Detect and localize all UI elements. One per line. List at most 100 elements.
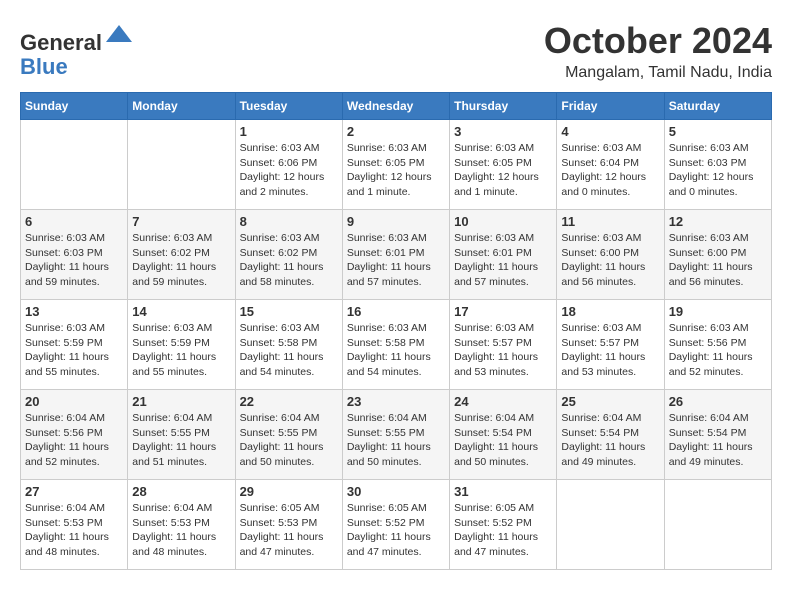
calendar-table: SundayMondayTuesdayWednesdayThursdayFrid… xyxy=(20,92,772,570)
day-info: Sunrise: 6:04 AM Sunset: 5:55 PM Dayligh… xyxy=(347,411,445,470)
calendar-cell: 25Sunrise: 6:04 AM Sunset: 5:54 PM Dayli… xyxy=(557,390,664,480)
day-number: 31 xyxy=(454,484,552,499)
day-info: Sunrise: 6:03 AM Sunset: 5:56 PM Dayligh… xyxy=(669,321,767,380)
calendar-cell: 13 Sunrise: 6:03 AM Sunset: 5:59 PM Dayli… xyxy=(21,300,128,390)
day-number: 3 xyxy=(454,124,552,139)
calendar-cell xyxy=(128,120,235,210)
calendar-cell xyxy=(664,480,771,570)
day-number: 15 xyxy=(240,304,338,319)
calendar-cell: 11Sunrise: 6:03 AM Sunset: 6:00 PM Dayli… xyxy=(557,210,664,300)
day-number: 5 xyxy=(669,124,767,139)
day-info: Sunrise: 6:05 AM Sunset: 5:53 PM Dayligh… xyxy=(240,501,338,560)
calendar-cell: 8 Sunrise: 6:03 AM Sunset: 6:02 PM Daylig… xyxy=(235,210,342,300)
day-info: Sunrise: 6:03 AM Sunset: 6:01 PM Dayligh… xyxy=(347,231,445,290)
calendar-cell: 15Sunrise: 6:03 AM Sunset: 5:58 PM Dayli… xyxy=(235,300,342,390)
calendar-day-header: Sunday xyxy=(21,93,128,120)
day-info: Sunrise: 6:04 AM Sunset: 5:55 PM Dayligh… xyxy=(240,411,338,470)
day-number: 14 xyxy=(132,304,230,319)
calendar-week-row: 6 Sunrise: 6:03 AM Sunset: 6:03 PM Daylig… xyxy=(21,210,772,300)
calendar-cell: 5 Sunrise: 6:03 AM Sunset: 6:03 PM Daylig… xyxy=(664,120,771,210)
day-info: Sunrise: 6:03 AM Sunset: 6:01 PM Dayligh… xyxy=(454,231,552,290)
day-info: Sunrise: 6:04 AM Sunset: 5:56 PM Dayligh… xyxy=(25,411,123,470)
calendar-day-header: Wednesday xyxy=(342,93,449,120)
day-number: 7 xyxy=(132,214,230,229)
day-info: Sunrise: 6:03 AM Sunset: 5:58 PM Dayligh… xyxy=(347,321,445,380)
calendar-cell: 30Sunrise: 6:05 AM Sunset: 5:52 PM Dayli… xyxy=(342,480,449,570)
day-number: 2 xyxy=(347,124,445,139)
calendar-week-row: 1 Sunrise: 6:03 AM Sunset: 6:06 PM Daylig… xyxy=(21,120,772,210)
day-info: Sunrise: 6:03 AM Sunset: 6:00 PM Dayligh… xyxy=(561,231,659,290)
day-number: 6 xyxy=(25,214,123,229)
day-number: 1 xyxy=(240,124,338,139)
calendar-cell: 23 Sunrise: 6:04 AM Sunset: 5:55 PM Dayli… xyxy=(342,390,449,480)
calendar-cell xyxy=(557,480,664,570)
calendar-cell xyxy=(21,120,128,210)
calendar-day-header: Friday xyxy=(557,93,664,120)
calendar-cell: 16 Sunrise: 6:03 AM Sunset: 5:58 PM Dayli… xyxy=(342,300,449,390)
calendar-cell: 9 Sunrise: 6:03 AM Sunset: 6:01 PM Daylig… xyxy=(342,210,449,300)
day-info: Sunrise: 6:05 AM Sunset: 5:52 PM Dayligh… xyxy=(454,501,552,560)
day-info: Sunrise: 6:03 AM Sunset: 5:59 PM Dayligh… xyxy=(25,321,123,380)
day-number: 19 xyxy=(669,304,767,319)
day-info: Sunrise: 6:03 AM Sunset: 6:05 PM Dayligh… xyxy=(347,141,445,200)
calendar-cell: 2 Sunrise: 6:03 AM Sunset: 6:05 PM Daylig… xyxy=(342,120,449,210)
day-number: 28 xyxy=(132,484,230,499)
calendar-week-row: 27 Sunrise: 6:04 AM Sunset: 5:53 PM Dayli… xyxy=(21,480,772,570)
day-info: Sunrise: 6:03 AM Sunset: 5:57 PM Dayligh… xyxy=(454,321,552,380)
day-number: 16 xyxy=(347,304,445,319)
calendar-week-row: 20Sunrise: 6:04 AM Sunset: 5:56 PM Dayli… xyxy=(21,390,772,480)
calendar-cell: 7 Sunrise: 6:03 AM Sunset: 6:02 PM Daylig… xyxy=(128,210,235,300)
day-info: Sunrise: 6:05 AM Sunset: 5:52 PM Dayligh… xyxy=(347,501,445,560)
day-info: Sunrise: 6:03 AM Sunset: 6:06 PM Dayligh… xyxy=(240,141,338,200)
calendar-cell: 27Sunrise: 6:04 AM Sunset: 5:53 PM Dayli… xyxy=(21,480,128,570)
calendar-cell: 22 Sunrise: 6:04 AM Sunset: 5:55 PM Dayli… xyxy=(235,390,342,480)
day-info: Sunrise: 6:03 AM Sunset: 6:02 PM Dayligh… xyxy=(132,231,230,290)
calendar-cell: 10 Sunrise: 6:03 AM Sunset: 6:01 PM Dayli… xyxy=(450,210,557,300)
calendar-cell: 17 Sunrise: 6:03 AM Sunset: 5:57 PM Dayli… xyxy=(450,300,557,390)
day-number: 12 xyxy=(669,214,767,229)
day-number: 25 xyxy=(561,394,659,409)
calendar-cell: 6 Sunrise: 6:03 AM Sunset: 6:03 PM Daylig… xyxy=(21,210,128,300)
day-number: 23 xyxy=(347,394,445,409)
calendar-cell: 1 Sunrise: 6:03 AM Sunset: 6:06 PM Daylig… xyxy=(235,120,342,210)
day-info: Sunrise: 6:04 AM Sunset: 5:54 PM Dayligh… xyxy=(669,411,767,470)
day-info: Sunrise: 6:03 AM Sunset: 6:03 PM Dayligh… xyxy=(25,231,123,290)
day-info: Sunrise: 6:03 AM Sunset: 5:59 PM Dayligh… xyxy=(132,321,230,380)
day-number: 24 xyxy=(454,394,552,409)
calendar-cell: 3 Sunrise: 6:03 AM Sunset: 6:05 PM Daylig… xyxy=(450,120,557,210)
location: Mangalam, Tamil Nadu, India xyxy=(544,64,772,82)
calendar-day-header: Monday xyxy=(128,93,235,120)
day-number: 8 xyxy=(240,214,338,229)
day-number: 9 xyxy=(347,214,445,229)
calendar-cell: 29 Sunrise: 6:05 AM Sunset: 5:53 PM Dayli… xyxy=(235,480,342,570)
day-number: 10 xyxy=(454,214,552,229)
day-info: Sunrise: 6:03 AM Sunset: 6:05 PM Dayligh… xyxy=(454,141,552,200)
calendar-day-header: Tuesday xyxy=(235,93,342,120)
day-number: 27 xyxy=(25,484,123,499)
month-title: October 2024 xyxy=(544,20,772,62)
calendar-cell: 21 Sunrise: 6:04 AM Sunset: 5:55 PM Dayli… xyxy=(128,390,235,480)
calendar-cell: 14 Sunrise: 6:03 AM Sunset: 5:59 PM Dayli… xyxy=(128,300,235,390)
day-info: Sunrise: 6:04 AM Sunset: 5:53 PM Dayligh… xyxy=(132,501,230,560)
day-info: Sunrise: 6:03 AM Sunset: 6:03 PM Dayligh… xyxy=(669,141,767,200)
calendar-cell: 18 Sunrise: 6:03 AM Sunset: 5:57 PM Dayli… xyxy=(557,300,664,390)
logo: General Blue xyxy=(20,20,134,79)
day-number: 17 xyxy=(454,304,552,319)
calendar-cell: 12Sunrise: 6:03 AM Sunset: 6:00 PM Dayli… xyxy=(664,210,771,300)
day-number: 29 xyxy=(240,484,338,499)
day-info: Sunrise: 6:03 AM Sunset: 6:02 PM Dayligh… xyxy=(240,231,338,290)
logo-blue: Blue xyxy=(20,54,68,79)
calendar-cell: 31 Sunrise: 6:05 AM Sunset: 5:52 PM Dayli… xyxy=(450,480,557,570)
day-info: Sunrise: 6:04 AM Sunset: 5:55 PM Dayligh… xyxy=(132,411,230,470)
calendar-cell: 28 Sunrise: 6:04 AM Sunset: 5:53 PM Dayli… xyxy=(128,480,235,570)
calendar-week-row: 13 Sunrise: 6:03 AM Sunset: 5:59 PM Dayli… xyxy=(21,300,772,390)
day-number: 13 xyxy=(25,304,123,319)
day-info: Sunrise: 6:03 AM Sunset: 5:57 PM Dayligh… xyxy=(561,321,659,380)
day-number: 18 xyxy=(561,304,659,319)
day-number: 22 xyxy=(240,394,338,409)
calendar-cell: 26Sunrise: 6:04 AM Sunset: 5:54 PM Dayli… xyxy=(664,390,771,480)
calendar-header-row: SundayMondayTuesdayWednesdayThursdayFrid… xyxy=(21,93,772,120)
calendar-cell: 24Sunrise: 6:04 AM Sunset: 5:54 PM Dayli… xyxy=(450,390,557,480)
day-number: 21 xyxy=(132,394,230,409)
calendar-day-header: Thursday xyxy=(450,93,557,120)
